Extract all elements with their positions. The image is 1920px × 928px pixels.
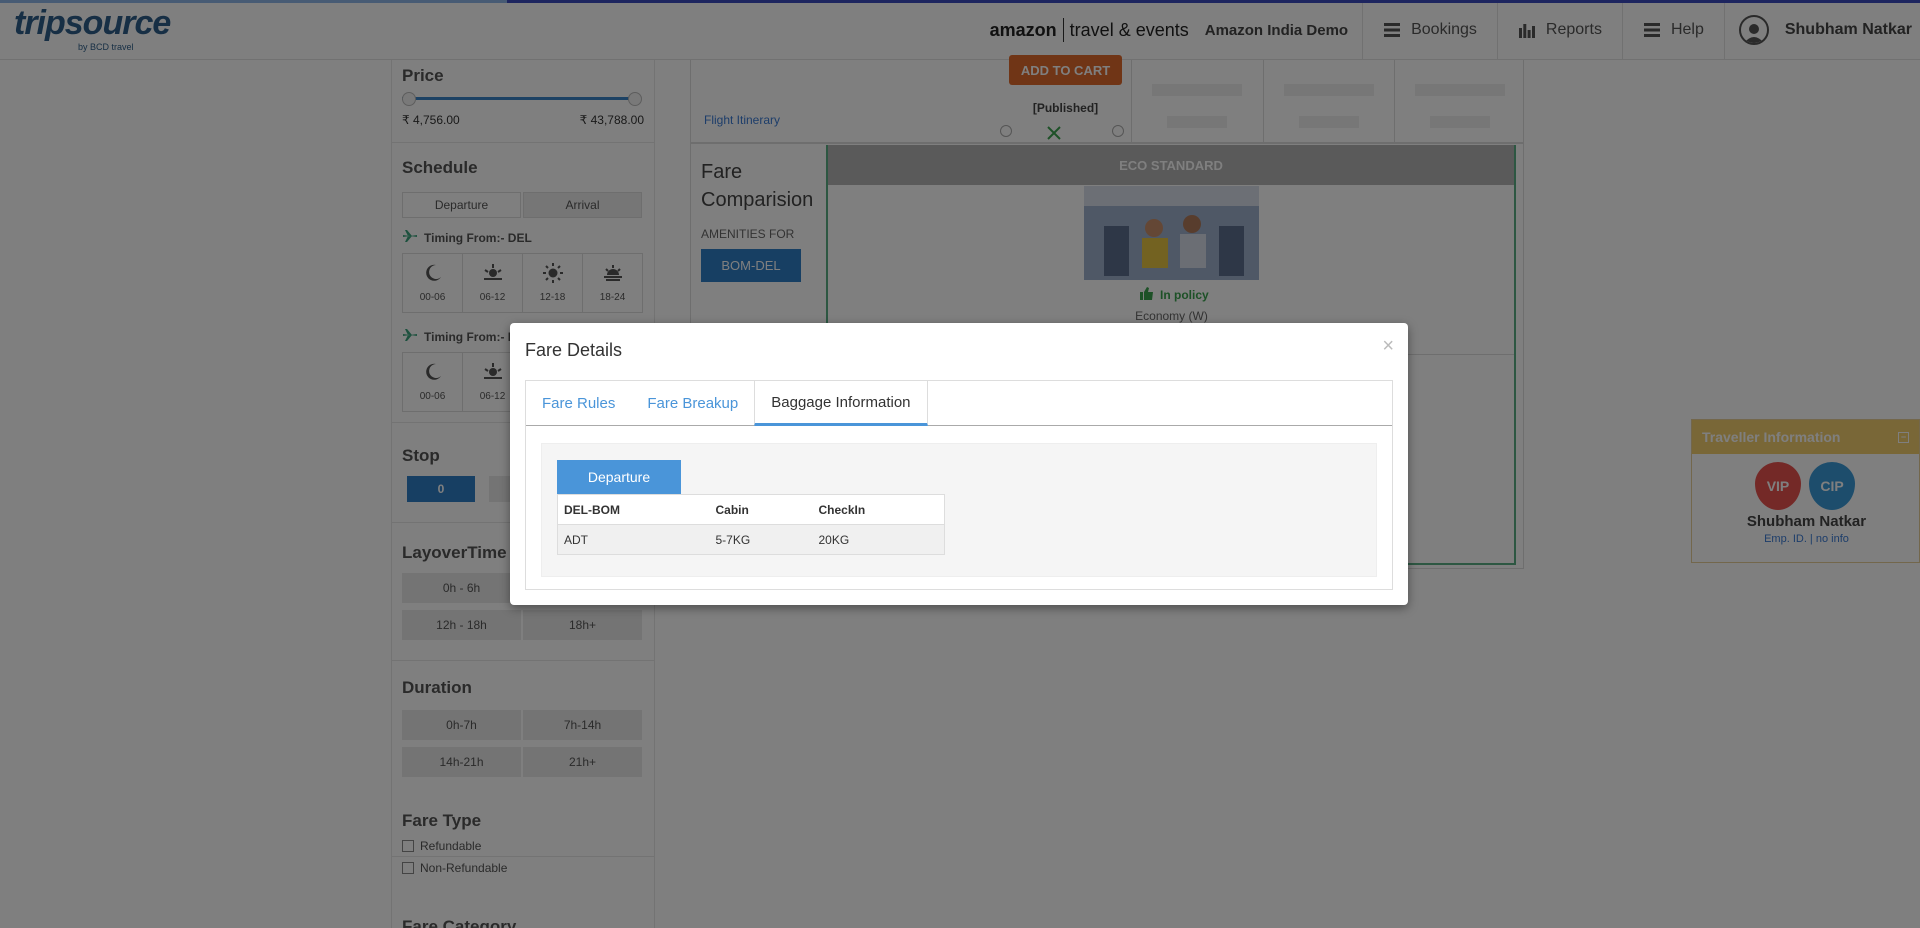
tab-baggage-information[interactable]: Baggage Information bbox=[754, 381, 928, 426]
tab-fare-rules[interactable]: Fare Rules bbox=[526, 381, 631, 426]
fare-details-modal: Fare Details × Fare Rules Fare Breakup B… bbox=[510, 323, 1408, 605]
close-icon[interactable]: × bbox=[1382, 335, 1394, 358]
table-header-route: DEL-BOM bbox=[557, 494, 710, 525]
table-header-cabin: Cabin bbox=[709, 494, 813, 525]
table-header-row: DEL-BOM Cabin CheckIn bbox=[557, 494, 945, 525]
table-row: ADT 5-7KG 20KG bbox=[557, 524, 945, 555]
fare-details-tabs: Fare Rules Fare Breakup Baggage Informat… bbox=[525, 380, 1393, 590]
table-cell-pax-type: ADT bbox=[557, 524, 710, 555]
baggage-table: DEL-BOM Cabin CheckIn ADT 5-7KG 20KG bbox=[557, 494, 945, 555]
table-cell-cabin: 5-7KG bbox=[709, 524, 813, 555]
tab-fare-breakup[interactable]: Fare Breakup bbox=[631, 381, 754, 426]
modal-title: Fare Details bbox=[525, 340, 623, 360]
table-cell-checkin: 20KG bbox=[812, 524, 945, 555]
tab-bar: Fare Rules Fare Breakup Baggage Informat… bbox=[526, 381, 1392, 426]
baggage-content: Departure DEL-BOM Cabin CheckIn ADT 5-7K… bbox=[541, 443, 1377, 577]
departure-button[interactable]: Departure bbox=[557, 460, 681, 494]
table-header-checkin: CheckIn bbox=[812, 494, 945, 525]
